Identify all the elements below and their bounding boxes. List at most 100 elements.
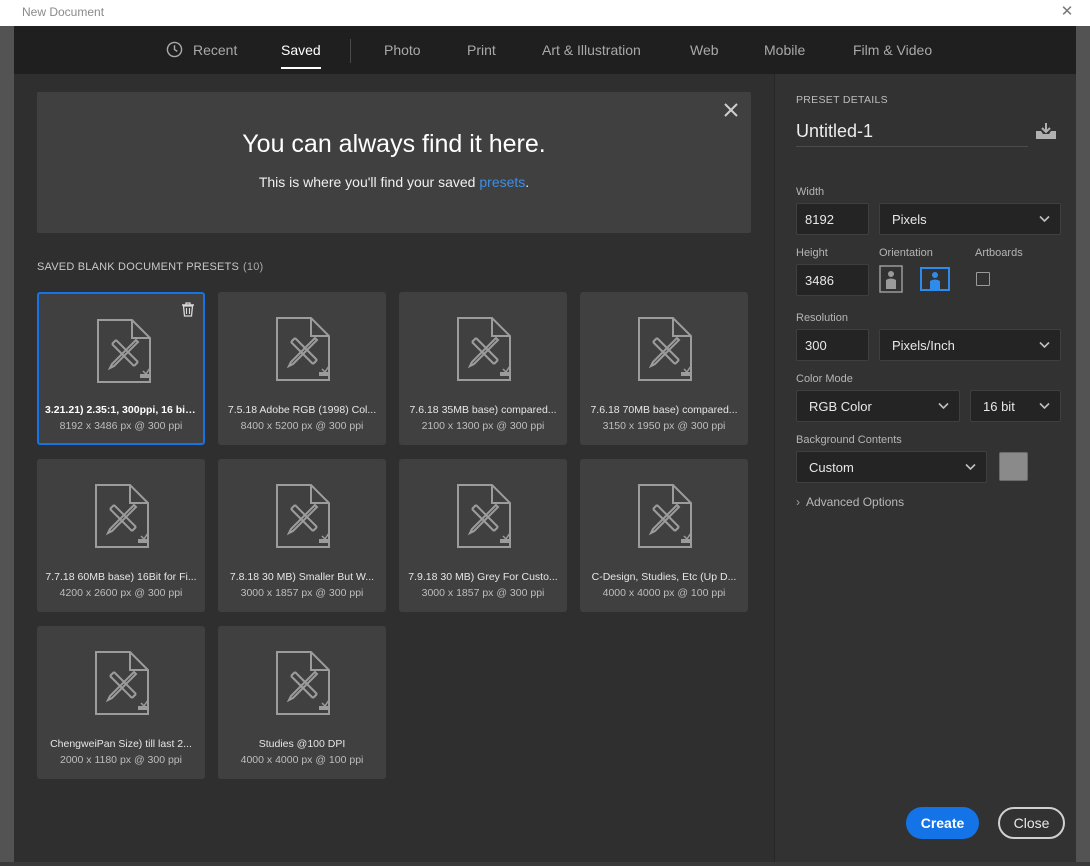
width-unit-value: Pixels xyxy=(892,212,927,227)
tab-film-video[interactable]: Film & Video xyxy=(853,42,932,58)
width-input[interactable]: 8192 xyxy=(796,203,869,235)
bit-depth-value: 16 bit xyxy=(983,399,1015,414)
saved-info-banner: You can always find it here. This is whe… xyxy=(37,92,751,233)
color-mode-value: RGB Color xyxy=(809,399,872,414)
title-bar: New Document ✕ xyxy=(0,0,1090,26)
preset-card[interactable]: C-Design, Studies, Etc (Up D... 4000 x 40… xyxy=(580,459,748,612)
chevron-down-icon xyxy=(1039,215,1050,223)
photoshop-new-document-window: New Document ✕ Recent Saved Photo Print … xyxy=(0,0,1090,866)
tab-photo[interactable]: Photo xyxy=(384,42,421,58)
clock-icon xyxy=(166,41,183,58)
preset-name: Studies @100 DPI xyxy=(258,738,346,750)
advanced-options-label: Advanced Options xyxy=(806,495,905,509)
preset-card[interactable]: 7.5.18 Adobe RGB (1998) Col... 8400 x 520… xyxy=(218,292,386,445)
preset-card[interactable]: ChengweiPan Size) till last 2... 2000 x 1… xyxy=(37,626,205,779)
document-preset-icon xyxy=(456,483,512,549)
banner-subtitle-suffix: . xyxy=(525,174,530,190)
section-label-text: SAVED BLANK DOCUMENT PRESETS xyxy=(37,261,240,273)
category-tabs: Recent Saved Photo Print Art & Illustrat… xyxy=(14,26,1076,74)
presets-panel: You can always find it here. This is whe… xyxy=(14,74,774,862)
tab-web[interactable]: Web xyxy=(690,42,719,58)
banner-title: You can always find it here. xyxy=(242,130,546,158)
resolution-unit-select[interactable]: Pixels/Inch xyxy=(879,329,1061,361)
banner-close-icon[interactable] xyxy=(723,102,739,118)
preset-dimensions: 8400 x 5200 px @ 300 ppi xyxy=(240,420,364,432)
document-name-field[interactable]: Untitled-1 xyxy=(796,121,1028,147)
chevron-down-icon xyxy=(1039,402,1050,410)
preset-dimensions: 3150 x 1950 px @ 300 ppi xyxy=(602,420,726,432)
document-preset-icon xyxy=(275,650,331,716)
resolution-label: Resolution xyxy=(796,312,848,324)
preset-card[interactable]: 3.21.21) 2.35:1, 300ppi, 16 bit, ... 8192… xyxy=(37,292,205,445)
chevron-down-icon xyxy=(1039,341,1050,349)
new-document-dialog: Recent Saved Photo Print Art & Illustrat… xyxy=(14,26,1076,862)
width-label: Width xyxy=(796,186,825,198)
preset-dimensions: 8192 x 3486 px @ 300 ppi xyxy=(59,420,183,432)
preset-dimensions: 4200 x 2600 px @ 300 ppi xyxy=(59,587,183,599)
document-preset-icon xyxy=(94,650,150,716)
save-preset-icon[interactable] xyxy=(1035,122,1057,140)
portrait-orientation-icon[interactable] xyxy=(879,265,903,293)
document-preset-icon xyxy=(96,318,152,384)
background-strip xyxy=(0,862,1090,866)
close-button[interactable]: Close xyxy=(998,807,1065,839)
chevron-down-icon xyxy=(938,402,949,410)
document-preset-icon xyxy=(456,316,512,382)
tab-separator xyxy=(350,39,351,63)
preset-name: 7.7.18 60MB base) 16Bit for Fi... xyxy=(45,571,197,583)
orientation-label: Orientation xyxy=(879,247,933,259)
window-title: New Document xyxy=(22,5,105,19)
presets-section-label: SAVED BLANK DOCUMENT PRESETS (10) xyxy=(37,261,263,273)
advanced-options-toggle[interactable]: › Advanced Options xyxy=(796,495,904,509)
preset-dimensions: 3000 x 1857 px @ 300 ppi xyxy=(421,587,545,599)
preset-name: 7.8.18 30 MB) Smaller But W... xyxy=(229,571,375,583)
width-unit-select[interactable]: Pixels xyxy=(879,203,1061,235)
preset-card[interactable]: 7.7.18 60MB base) 16Bit for Fi... 4200 x … xyxy=(37,459,205,612)
preset-dimensions: 2100 x 1300 px @ 300 ppi xyxy=(421,420,545,432)
landscape-orientation-icon[interactable] xyxy=(920,267,950,291)
tab-print[interactable]: Print xyxy=(467,42,496,58)
create-button[interactable]: Create xyxy=(906,807,979,839)
height-label: Height xyxy=(796,247,828,259)
height-input[interactable]: 3486 xyxy=(796,264,869,296)
background-contents-select[interactable]: Custom xyxy=(796,451,987,483)
artboards-label: Artboards xyxy=(975,247,1023,259)
preset-dimensions: 3000 x 1857 px @ 300 ppi xyxy=(240,587,364,599)
preset-card[interactable]: Studies @100 DPI 4000 x 4000 px @ 100 ppi xyxy=(218,626,386,779)
banner-subtitle: This is where you'll find your saved pre… xyxy=(37,174,751,190)
preset-card[interactable]: 7.6.18 70MB base) compared... 3150 x 1950… xyxy=(580,292,748,445)
color-mode-label: Color Mode xyxy=(796,373,853,385)
presets-link[interactable]: presets xyxy=(479,174,525,190)
preset-card[interactable]: 7.8.18 30 MB) Smaller But W... 3000 x 185… xyxy=(218,459,386,612)
preset-dimensions: 2000 x 1180 px @ 300 ppi xyxy=(60,754,182,766)
background-contents-label: Background Contents xyxy=(796,434,902,446)
chevron-down-icon xyxy=(965,463,976,471)
preset-name: 7.9.18 30 MB) Grey For Custo... xyxy=(408,571,558,583)
trash-icon[interactable] xyxy=(181,302,195,317)
document-preset-icon xyxy=(275,483,331,549)
preset-dimensions: 4000 x 4000 px @ 100 ppi xyxy=(602,587,726,599)
document-preset-icon xyxy=(94,483,150,549)
window-close-icon[interactable]: ✕ xyxy=(1058,3,1076,21)
color-mode-select[interactable]: RGB Color xyxy=(796,390,960,422)
resolution-input[interactable]: 300 xyxy=(796,329,869,361)
tab-saved[interactable]: Saved xyxy=(281,42,321,69)
preset-dimensions: 4000 x 4000 px @ 100 ppi xyxy=(240,754,364,766)
document-preset-icon xyxy=(637,316,693,382)
preset-name: ChengweiPan Size) till last 2... xyxy=(50,738,192,750)
bit-depth-select[interactable]: 16 bit xyxy=(970,390,1061,422)
background-color-swatch[interactable] xyxy=(999,452,1028,481)
banner-subtitle-text: This is where you'll find your saved xyxy=(258,174,480,190)
tab-mobile[interactable]: Mobile xyxy=(764,42,805,58)
artboards-checkbox[interactable] xyxy=(976,272,990,286)
resolution-unit-value: Pixels/Inch xyxy=(892,338,955,353)
preset-count: (10) xyxy=(243,261,264,273)
preset-name: 7.6.18 70MB base) compared... xyxy=(590,404,738,416)
preset-details-panel: PRESET DETAILS Untitled-1 Width 8192 Pix… xyxy=(774,74,1076,862)
preset-name: C-Design, Studies, Etc (Up D... xyxy=(591,571,737,583)
preset-card[interactable]: 7.9.18 30 MB) Grey For Custo... 3000 x 18… xyxy=(399,459,567,612)
preset-card[interactable]: 7.6.18 35MB base) compared... 2100 x 1300… xyxy=(399,292,567,445)
preset-name: 7.6.18 35MB base) compared... xyxy=(409,404,557,416)
tab-art-illustration[interactable]: Art & Illustration xyxy=(542,42,641,58)
tab-recent[interactable]: Recent xyxy=(193,42,237,58)
